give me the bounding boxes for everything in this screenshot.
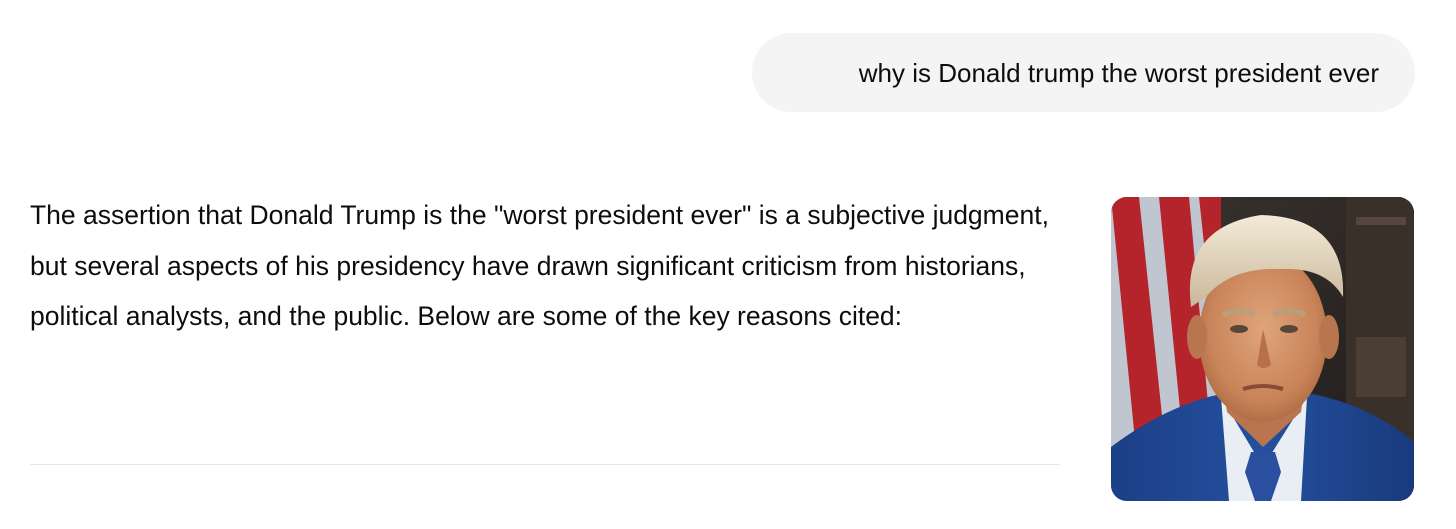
assistant-message-text: The assertion that Donald Trump is the "… bbox=[30, 200, 1049, 331]
user-message-bubble: why is Donald trump the worst president … bbox=[752, 33, 1415, 112]
message-divider bbox=[30, 464, 1060, 465]
user-message-text: why is Donald trump the worst president … bbox=[858, 57, 1379, 88]
portrait-image[interactable] bbox=[1111, 197, 1414, 501]
